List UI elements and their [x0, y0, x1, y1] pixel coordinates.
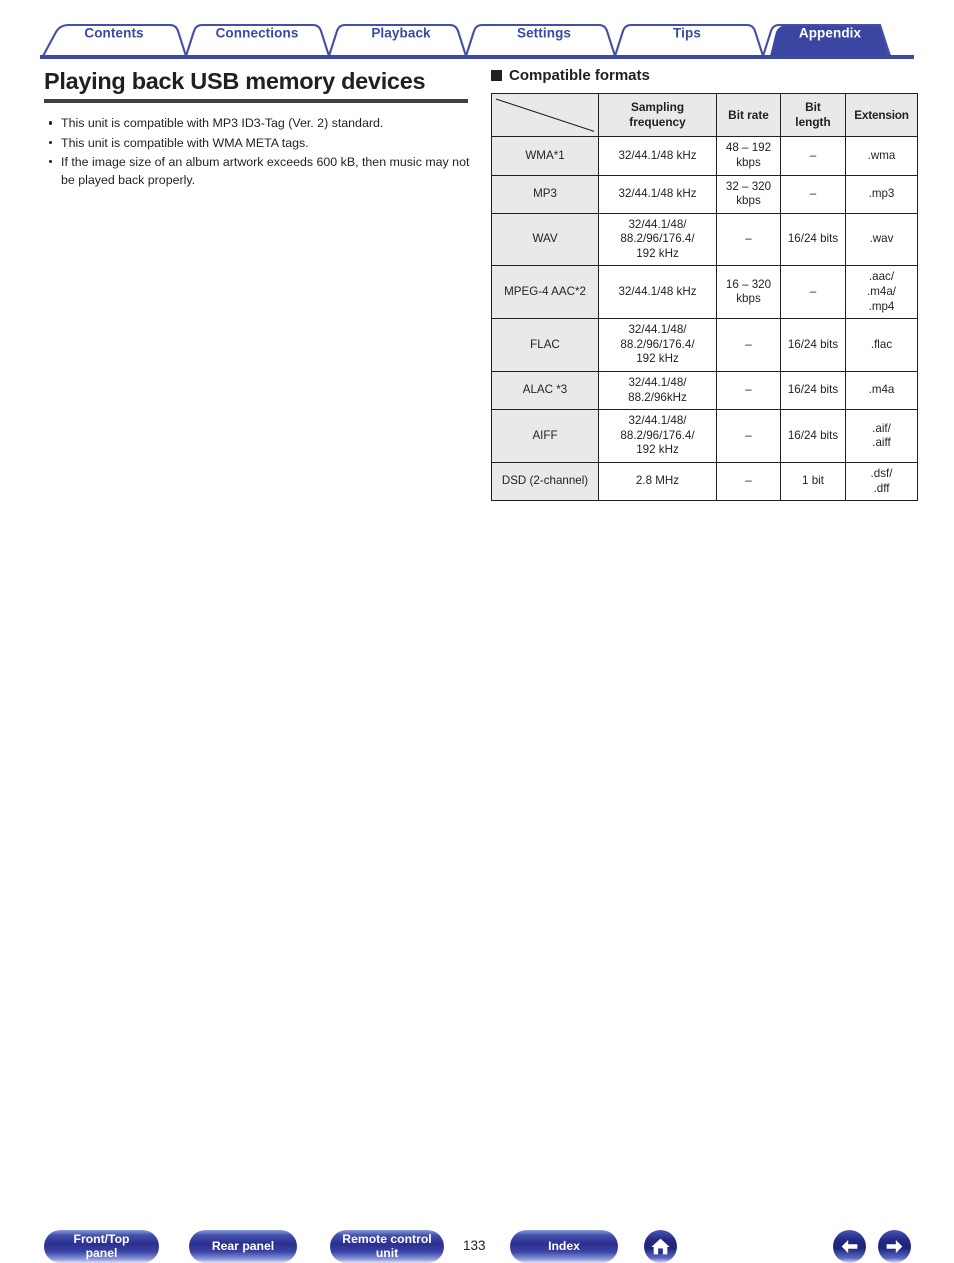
- cell-extension: .aif/.aiff: [845, 409, 918, 463]
- footnote-marker: *2: [574, 285, 586, 299]
- cell-bit-rate: 48 – 192 kbps: [716, 136, 781, 176]
- cell-format-name: AIFF: [491, 409, 599, 463]
- tab-appendix[interactable]: Appendix: [799, 26, 861, 41]
- remote-control-unit-button[interactable]: Remote control unit: [330, 1230, 444, 1263]
- table-row: MPEG-4 AAC*2 32/44.1/48 kHz 16 – 320 kbps –.…: [491, 265, 918, 320]
- compatible-formats-table: Sampling frequency Bit rate Bit length E…: [491, 92, 918, 502]
- cell-bit-rate: –: [716, 371, 781, 411]
- tab-settings[interactable]: Settings: [517, 26, 571, 41]
- cell-bit-rate: –: [716, 212, 781, 267]
- cell-bit-length: 16/24 bits: [780, 212, 846, 267]
- cell-bit-length: –: [780, 136, 846, 176]
- table-corner-cell: [491, 92, 599, 138]
- table-header-row: Sampling frequency Bit rate Bit length E…: [491, 92, 918, 138]
- previous-page-button[interactable]: [833, 1230, 866, 1263]
- cell-extension: .wav: [845, 212, 918, 267]
- section-heading: Compatible formats: [491, 67, 918, 84]
- header-bit-rate: Bit rate: [716, 92, 781, 138]
- header-bit-length: Bit length: [780, 92, 846, 138]
- cell-extension: .flac: [845, 318, 918, 373]
- cell-format-name: ALAC *3: [491, 371, 599, 411]
- cell-format-name: DSD (2-channel): [491, 461, 599, 502]
- cell-bit-length: –: [780, 265, 846, 320]
- page-title: Playing back USB memory devices: [44, 68, 426, 94]
- cell-sampling-frequency: 2.8 MHz: [598, 461, 717, 502]
- right-content-column: Compatible formats Sampling frequency Bi…: [491, 67, 918, 502]
- tab-playback[interactable]: Playback: [371, 26, 430, 41]
- cell-sampling-frequency: 32/44.1/48/88.2/96/176.4/192 kHz: [598, 409, 717, 463]
- cell-sampling-frequency: 32/44.1/48/88.2/96kHz: [598, 371, 717, 411]
- filled-square-icon: [491, 70, 502, 81]
- rear-panel-button[interactable]: Rear panel: [189, 1230, 297, 1263]
- cell-format-name: MPEG-4 AAC*2: [491, 265, 599, 320]
- front-top-panel-button[interactable]: Front/Top panel: [44, 1230, 159, 1263]
- cell-bit-rate: –: [716, 461, 781, 502]
- table-row: DSD (2-channel) 2.8 MHz –1 bit .dsf/.dff: [491, 461, 918, 502]
- cell-extension: .dsf/.dff: [845, 461, 918, 502]
- cell-bit-rate: 32 – 320 kbps: [716, 174, 781, 214]
- cell-sampling-frequency: 32/44.1/48/88.2/96/176.4/192 kHz: [598, 318, 717, 373]
- cell-bit-length: 16/24 bits: [780, 371, 846, 411]
- cell-bit-rate: –: [716, 318, 781, 373]
- tab-contents[interactable]: Contents: [84, 26, 143, 41]
- cell-extension: .m4a: [845, 371, 918, 411]
- tab-tips[interactable]: Tips: [673, 26, 701, 41]
- diagonal-slash-icon: [495, 98, 595, 132]
- table-row: MP3 32/44.1/48 kHz 32 – 320 kbps – .mp3: [491, 174, 918, 214]
- title-divider: [44, 99, 468, 104]
- home-button[interactable]: [644, 1230, 677, 1263]
- cell-bit-length: –: [780, 174, 846, 214]
- left-content-column: Playing back USB memory devices This uni…: [44, 68, 472, 191]
- tab-bar: Contents Connections Playback Settings T…: [0, 0, 954, 60]
- footnote-marker: *3: [556, 383, 568, 397]
- cell-bit-rate: –: [716, 409, 781, 463]
- list-item: If the image size of an album artwork ex…: [44, 153, 472, 190]
- cell-bit-length: 16/24 bits: [780, 409, 846, 463]
- arrow-left-icon: [841, 1239, 858, 1254]
- index-button[interactable]: Index: [510, 1230, 618, 1263]
- cell-sampling-frequency: 32/44.1/48 kHz: [598, 265, 717, 320]
- footer-nav: Front/Top panel Rear panel Remote contro…: [0, 612, 954, 1263]
- table-row: WAV 32/44.1/48/88.2/96/176.4/192 kHz –16/2…: [491, 212, 918, 267]
- cell-format-name: MP3: [491, 174, 599, 214]
- next-page-button[interactable]: [878, 1230, 911, 1263]
- cell-bit-rate: 16 – 320 kbps: [716, 265, 781, 320]
- table-body: WMA*1 32/44.1/48 kHz 48 – 192 kbps – .wma MP3 3…: [491, 136, 918, 502]
- cell-sampling-frequency: 32/44.1/48/88.2/96/176.4/192 kHz: [598, 212, 717, 267]
- table-row: FLAC 32/44.1/48/88.2/96/176.4/192 kHz –16/…: [491, 318, 918, 373]
- cell-extension: .mp3: [845, 174, 918, 214]
- cell-bit-length: 1 bit: [780, 461, 846, 502]
- header-extension: Extension: [845, 92, 918, 138]
- header-sampling-frequency: Sampling frequency: [598, 92, 717, 138]
- page-number: 133: [463, 1238, 486, 1253]
- table-row: AIFF 32/44.1/48/88.2/96/176.4/192 kHz –16/…: [491, 409, 918, 463]
- cell-format-name: WAV: [491, 212, 599, 267]
- home-icon: [651, 1238, 670, 1255]
- table-row: WMA*1 32/44.1/48 kHz 48 – 192 kbps – .wma: [491, 136, 918, 176]
- cell-bit-length: 16/24 bits: [780, 318, 846, 373]
- cell-sampling-frequency: 32/44.1/48 kHz: [598, 174, 717, 214]
- cell-format-name: WMA*1: [491, 136, 599, 176]
- cell-format-name: FLAC: [491, 318, 599, 373]
- arrow-right-icon: [886, 1239, 903, 1254]
- cell-extension: .aac/.m4a/.mp4: [845, 265, 918, 320]
- footnote-marker: *1: [553, 148, 565, 162]
- section-heading-label: Compatible formats: [509, 67, 650, 84]
- cell-extension: .wma: [845, 136, 918, 176]
- cell-sampling-frequency: 32/44.1/48 kHz: [598, 136, 717, 176]
- notes-list: This unit is compatible with MP3 ID3-Tag…: [44, 114, 472, 189]
- table-row: ALAC *3 32/44.1/48/88.2/96kHz –16/24 bits.…: [491, 371, 918, 411]
- tab-connections[interactable]: Connections: [216, 26, 299, 41]
- list-item: This unit is compatible with MP3 ID3-Tag…: [44, 114, 472, 132]
- list-item: This unit is compatible with WMA META ta…: [44, 134, 472, 152]
